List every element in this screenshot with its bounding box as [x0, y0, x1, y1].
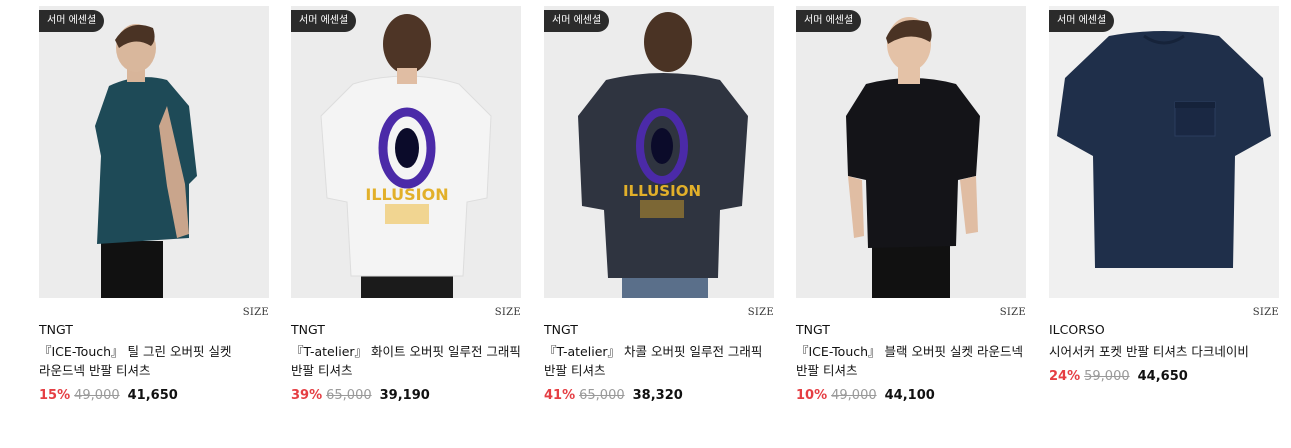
product-brand[interactable]: TNGT — [796, 322, 1026, 338]
original-price: 49,000 — [831, 388, 877, 403]
product-name[interactable]: 『ICE-Touch』 블랙 오버핏 실켓 라운드넥 반팔 티셔츠 — [796, 342, 1026, 380]
model-photo — [39, 6, 269, 298]
model-photo: ILLUSION — [291, 6, 521, 298]
flatlay-photo — [1049, 6, 1279, 298]
badge-summer-essential: 서머 에센셜 — [796, 10, 862, 32]
price-row: 24% 59,000 44,650 — [1049, 368, 1279, 386]
product-name[interactable]: 『T-atelier』 차콜 오버핏 일루전 그래픽 반팔 티셔츠 — [544, 342, 774, 380]
sale-price: 39,190 — [379, 388, 430, 403]
product-name[interactable]: 『T-atelier』 화이트 오버핏 일루전 그래픽 반팔 티셔츠 — [291, 342, 521, 380]
product-name[interactable]: 『ICE-Touch』 틸 그린 오버핏 실켓 라운드넥 반팔 티셔츠 — [39, 342, 269, 380]
size-row: SIZE — [1049, 300, 1279, 318]
discount-rate: 10% — [796, 388, 828, 403]
discount-rate: 15% — [39, 388, 71, 403]
product-brand[interactable]: ILCORSO — [1049, 322, 1279, 338]
product-card[interactable]: 서머 에센셜 SIZE ILCORSO 시어서커 포켓 반팔 티셔츠 다크네이비… — [1049, 6, 1279, 386]
original-price: 59,000 — [1084, 369, 1130, 384]
product-image[interactable]: ILLUSION 서머 에센셜 — [291, 6, 521, 298]
product-card[interactable]: ILLUSION 서머 에센셜 SIZE TNGT 『T-atelier』 차콜… — [544, 6, 774, 405]
size-button[interactable]: SIZE — [495, 307, 521, 318]
product-image[interactable]: 서머 에센셜 — [796, 6, 1026, 298]
original-price: 65,000 — [579, 388, 625, 403]
product-name[interactable]: 시어서커 포켓 반팔 티셔츠 다크네이비 — [1049, 342, 1279, 361]
product-brand[interactable]: TNGT — [39, 322, 269, 338]
svg-text:ILLUSION: ILLUSION — [365, 185, 448, 204]
product-brand[interactable]: TNGT — [291, 322, 521, 338]
product-card[interactable]: 서머 에센셜 SIZE TNGT 『ICE-Touch』 틸 그린 오버핏 실켓… — [39, 6, 269, 405]
size-button[interactable]: SIZE — [1253, 307, 1279, 318]
size-button[interactable]: SIZE — [1000, 307, 1026, 318]
size-row: SIZE — [544, 300, 774, 318]
badge-summer-essential: 서머 에센셜 — [291, 10, 357, 32]
product-card[interactable]: ILLUSION 서머 에센셜 SIZE TNGT 『T-atelier』 화이… — [291, 6, 521, 405]
badge-summer-essential: 서머 에센셜 — [544, 10, 610, 32]
size-row: SIZE — [291, 300, 521, 318]
size-row: SIZE — [39, 300, 269, 318]
discount-rate: 24% — [1049, 369, 1081, 384]
product-card[interactable]: 서머 에센셜 SIZE TNGT 『ICE-Touch』 블랙 오버핏 실켓 라… — [796, 6, 1026, 405]
model-photo: ILLUSION — [544, 6, 774, 298]
product-brand[interactable]: TNGT — [544, 322, 774, 338]
original-price: 65,000 — [326, 388, 372, 403]
size-button[interactable]: SIZE — [748, 307, 774, 318]
size-button[interactable]: SIZE — [243, 307, 269, 318]
price-row: 41% 65,000 38,320 — [544, 387, 774, 405]
sale-price: 38,320 — [632, 388, 683, 403]
model-photo — [796, 6, 1026, 298]
svg-text:ILLUSION: ILLUSION — [623, 182, 701, 200]
product-image[interactable]: 서머 에센셜 — [1049, 6, 1279, 298]
size-row: SIZE — [796, 300, 1026, 318]
product-image[interactable]: ILLUSION 서머 에센셜 — [544, 6, 774, 298]
badge-summer-essential: 서머 에센셜 — [39, 10, 105, 32]
price-row: 15% 49,000 41,650 — [39, 387, 269, 405]
price-row: 39% 65,000 39,190 — [291, 387, 521, 405]
sale-price: 41,650 — [127, 388, 178, 403]
price-row: 10% 49,000 44,100 — [796, 387, 1026, 405]
sale-price: 44,650 — [1137, 369, 1188, 384]
badge-summer-essential: 서머 에센셜 — [1049, 10, 1115, 32]
discount-rate: 39% — [291, 388, 323, 403]
original-price: 49,000 — [74, 388, 120, 403]
product-image[interactable]: 서머 에센셜 — [39, 6, 269, 298]
product-grid: 서머 에센셜 SIZE TNGT 『ICE-Touch』 틸 그린 오버핏 실켓… — [0, 0, 1291, 448]
discount-rate: 41% — [544, 388, 576, 403]
sale-price: 44,100 — [884, 388, 935, 403]
